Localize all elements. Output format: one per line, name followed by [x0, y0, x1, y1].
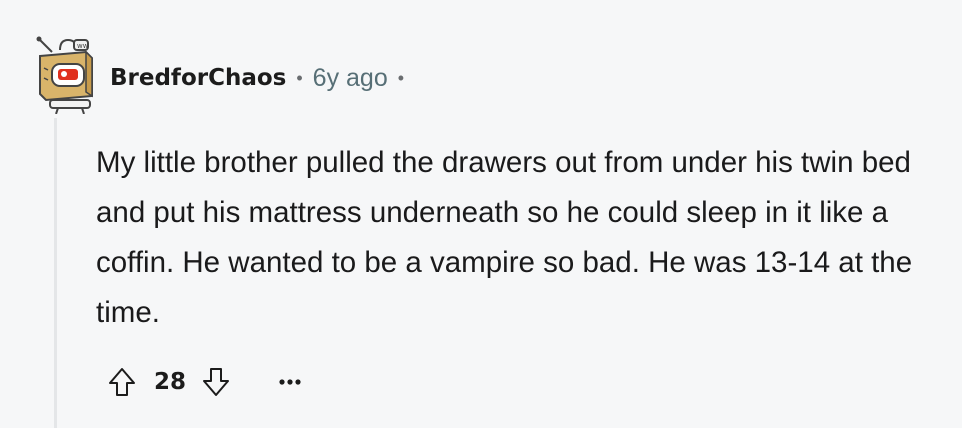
comment: ww BredforChaos • 6y ago • My little bro…	[0, 0, 962, 428]
vote-score: 28	[154, 369, 187, 395]
author-username[interactable]: BredforChaos	[110, 65, 286, 91]
comment-age[interactable]: 6y ago	[313, 64, 388, 93]
comment-header: BredforChaos • 6y ago •	[110, 56, 414, 100]
user-avatar[interactable]: ww	[30, 34, 102, 115]
more-options-button[interactable]	[268, 360, 312, 404]
meta-separator: •	[296, 67, 303, 88]
svg-text:ww: ww	[77, 42, 89, 50]
comment-actions: 28	[100, 360, 312, 404]
comment-body: My little brother pulled the drawers out…	[96, 146, 913, 329]
downvote-button[interactable]	[194, 360, 238, 404]
upvote-button[interactable]	[100, 360, 144, 404]
arrow-down-icon	[203, 368, 230, 396]
thread-line[interactable]	[54, 118, 57, 428]
avatar-robot-icon: ww	[36, 36, 93, 115]
meta-separator-trailing: •	[397, 67, 405, 88]
arrow-up-icon	[109, 368, 135, 396]
more-options-icon	[279, 379, 301, 385]
